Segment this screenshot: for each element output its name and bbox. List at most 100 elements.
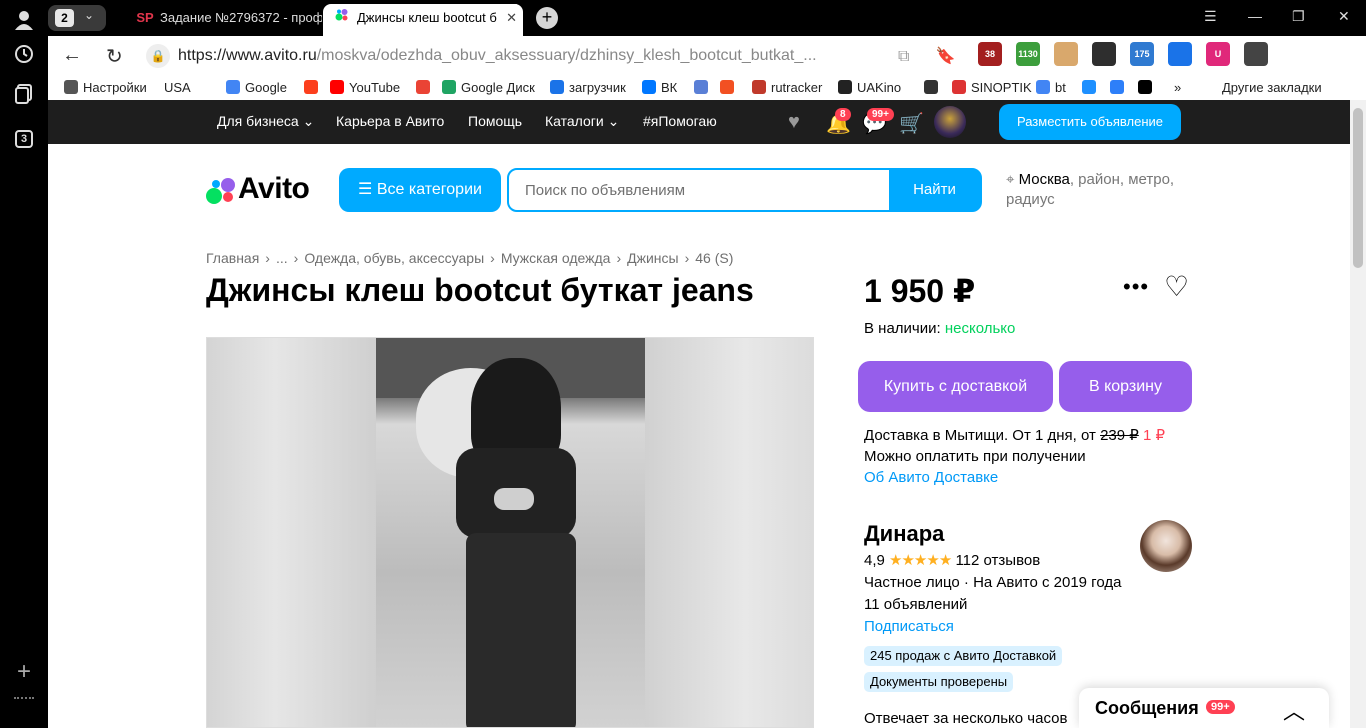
- location-selector[interactable]: ⌖ Москва, район, метро, радиус: [1006, 170, 1206, 210]
- bookmark-item[interactable]: Другие закладки: [1222, 80, 1322, 95]
- bookmark-item[interactable]: [1110, 80, 1129, 95]
- breadcrumb-separator-icon: ›: [684, 250, 690, 266]
- breadcrumb-item[interactable]: Мужская одежда: [501, 250, 611, 266]
- calendar-icon[interactable]: 175: [1130, 42, 1154, 66]
- bookmark-item[interactable]: [1138, 80, 1157, 95]
- bookmark-item[interactable]: загрузчик: [550, 80, 626, 95]
- nav-help[interactable]: Помощь: [468, 113, 522, 129]
- nav-career[interactable]: Карьера в Авито: [336, 113, 444, 129]
- tab-inactive[interactable]: SP Задание №2796372 - проф: [126, 4, 322, 36]
- user-avatar[interactable]: [934, 106, 966, 138]
- bookmark-label: Настройки: [83, 80, 147, 95]
- location-pin-icon: ⌖: [1006, 171, 1015, 188]
- breadcrumb-item[interactable]: Главная: [206, 250, 259, 266]
- minimize-icon[interactable]: —: [1248, 8, 1262, 24]
- stock-value: несколько: [944, 320, 1016, 337]
- restore-icon[interactable]: ❐: [1292, 8, 1305, 25]
- delivery-line: Доставка в Мытищи. От 1 дня, от: [864, 427, 1096, 444]
- bookmark-item[interactable]: Настройки: [64, 80, 147, 95]
- listing-photo[interactable]: [206, 337, 814, 728]
- bookmark-favicon-icon: [1082, 80, 1096, 94]
- post-ad-button[interactable]: Разместить объявление: [999, 104, 1181, 140]
- nav-i-help[interactable]: #яПомогаю: [643, 113, 717, 129]
- blocks-icon[interactable]: [1054, 42, 1078, 66]
- breadcrumb-item[interactable]: Одежда, обувь, аксессуары: [304, 250, 484, 266]
- close-window-icon[interactable]: ✕: [1338, 8, 1350, 25]
- bookmark-item[interactable]: SINOPTIK: [952, 80, 1032, 95]
- cart-icon[interactable]: 🛒: [899, 111, 924, 136]
- new-tab-button[interactable]: +: [536, 7, 558, 29]
- pocket-icon[interactable]: [1092, 42, 1116, 66]
- subscribe-link[interactable]: Подписаться: [864, 616, 1121, 638]
- add-to-cart-button[interactable]: В корзину: [1059, 361, 1192, 412]
- rating-stars-icon: ★★★★★: [889, 552, 952, 569]
- close-tab-icon[interactable]: ✕: [496, 4, 517, 32]
- url-field[interactable]: https://www.avito.ru/moskva/odezhda_obuv…: [178, 47, 818, 65]
- bookmark-item[interactable]: [694, 80, 713, 95]
- bookmark-item[interactable]: USA: [164, 80, 191, 95]
- seller-avatar[interactable]: [1140, 520, 1192, 572]
- ublock-icon[interactable]: U: [1206, 42, 1230, 66]
- vpn-icon[interactable]: [1168, 42, 1192, 66]
- delivery-old-price: 239 ₽: [1100, 427, 1139, 444]
- shield-badge-icon[interactable]: 38: [978, 42, 1002, 66]
- search-button[interactable]: Найти: [889, 170, 980, 210]
- favorite-heart-icon[interactable]: ♡: [1164, 270, 1189, 303]
- bookmark-item[interactable]: [924, 80, 943, 95]
- buy-with-delivery-button[interactable]: Купить с доставкой: [858, 361, 1053, 412]
- bookmark-item[interactable]: Google Диск: [442, 80, 535, 95]
- translate-icon[interactable]: [1244, 42, 1268, 66]
- seller-name[interactable]: Динара: [864, 521, 944, 547]
- bookmark-item[interactable]: [304, 80, 323, 95]
- address-actions: ⧉ 🔖: [898, 46, 956, 66]
- bookmark-item[interactable]: YouTube: [330, 80, 400, 95]
- delivery-info-link[interactable]: Об Авито Доставке: [864, 467, 1165, 488]
- breadcrumb-item[interactable]: ...: [276, 250, 288, 266]
- tab-strip: 2 ⌄ SP Задание №2796372 - проф Джинсы кле…: [48, 0, 1366, 36]
- all-categories-button[interactable]: ☰ Все категории: [339, 168, 501, 212]
- seller-reviews-link[interactable]: 112 отзывов: [955, 552, 1040, 569]
- reader-mode-icon[interactable]: ⧉: [898, 48, 909, 65]
- breadcrumb-item[interactable]: Джинсы: [627, 250, 678, 266]
- lock-icon[interactable]: 🔒: [146, 44, 170, 68]
- nav-business[interactable]: Для бизнеса ⌄: [217, 113, 314, 130]
- bookmark-item[interactable]: [416, 80, 435, 95]
- scrollbar-thumb[interactable]: [1353, 108, 1363, 268]
- more-options-icon[interactable]: •••: [1123, 274, 1149, 300]
- add-panel-icon[interactable]: +: [12, 660, 36, 684]
- page-scrollbar[interactable]: [1350, 100, 1366, 728]
- menu-icon[interactable]: ☰: [1204, 8, 1217, 25]
- breadcrumb-item[interactable]: 46 (S): [695, 250, 733, 266]
- bookmark-label: ВК: [661, 80, 678, 95]
- listing-price: 1 950 ₽: [864, 273, 976, 309]
- seller-listings[interactable]: 11 объявлений: [864, 594, 1121, 616]
- collections-icon[interactable]: [12, 84, 36, 108]
- bookmark-item[interactable]: rutracker: [752, 80, 822, 95]
- bookmark-label: SINOPTIK: [971, 80, 1032, 95]
- bookmark-item[interactable]: bt: [1036, 80, 1066, 95]
- nav-catalogs[interactable]: Каталоги ⌄: [545, 113, 619, 130]
- tab-group-button[interactable]: 2 ⌄: [48, 5, 106, 31]
- favorites-heart-icon[interactable]: ♥: [788, 111, 800, 134]
- tab-active[interactable]: Джинсы клеш bootcut б ✕: [323, 4, 523, 36]
- messages-widget[interactable]: Сообщения 99+ ︿: [1079, 688, 1329, 728]
- bookmark-item[interactable]: UAKino: [838, 80, 901, 95]
- bookmark-item[interactable]: ВК: [642, 80, 677, 95]
- delivery-new-price: 1 ₽: [1143, 427, 1166, 444]
- reload-icon[interactable]: ↻: [106, 44, 123, 69]
- bookmark-item[interactable]: [1082, 80, 1101, 95]
- bookmark-item[interactable]: »: [1174, 80, 1181, 95]
- chevron-up-icon[interactable]: ︿: [1283, 694, 1305, 726]
- profile-icon[interactable]: [12, 10, 36, 34]
- bookmark-favicon-icon: [1138, 80, 1152, 94]
- bookmark-item[interactable]: [720, 80, 739, 95]
- bookmark-label: rutracker: [771, 80, 823, 95]
- history-icon[interactable]: [12, 44, 36, 68]
- browser-sidebar: 3 +: [0, 0, 48, 728]
- speedometer-icon[interactable]: 1130: [1016, 42, 1040, 66]
- sidebar-tab-counter[interactable]: 3: [12, 124, 36, 148]
- bookmark-item[interactable]: Google: [226, 80, 287, 95]
- bookmark-icon[interactable]: 🔖: [936, 48, 956, 65]
- search-input[interactable]: [509, 170, 889, 210]
- back-icon[interactable]: ←: [62, 44, 82, 67]
